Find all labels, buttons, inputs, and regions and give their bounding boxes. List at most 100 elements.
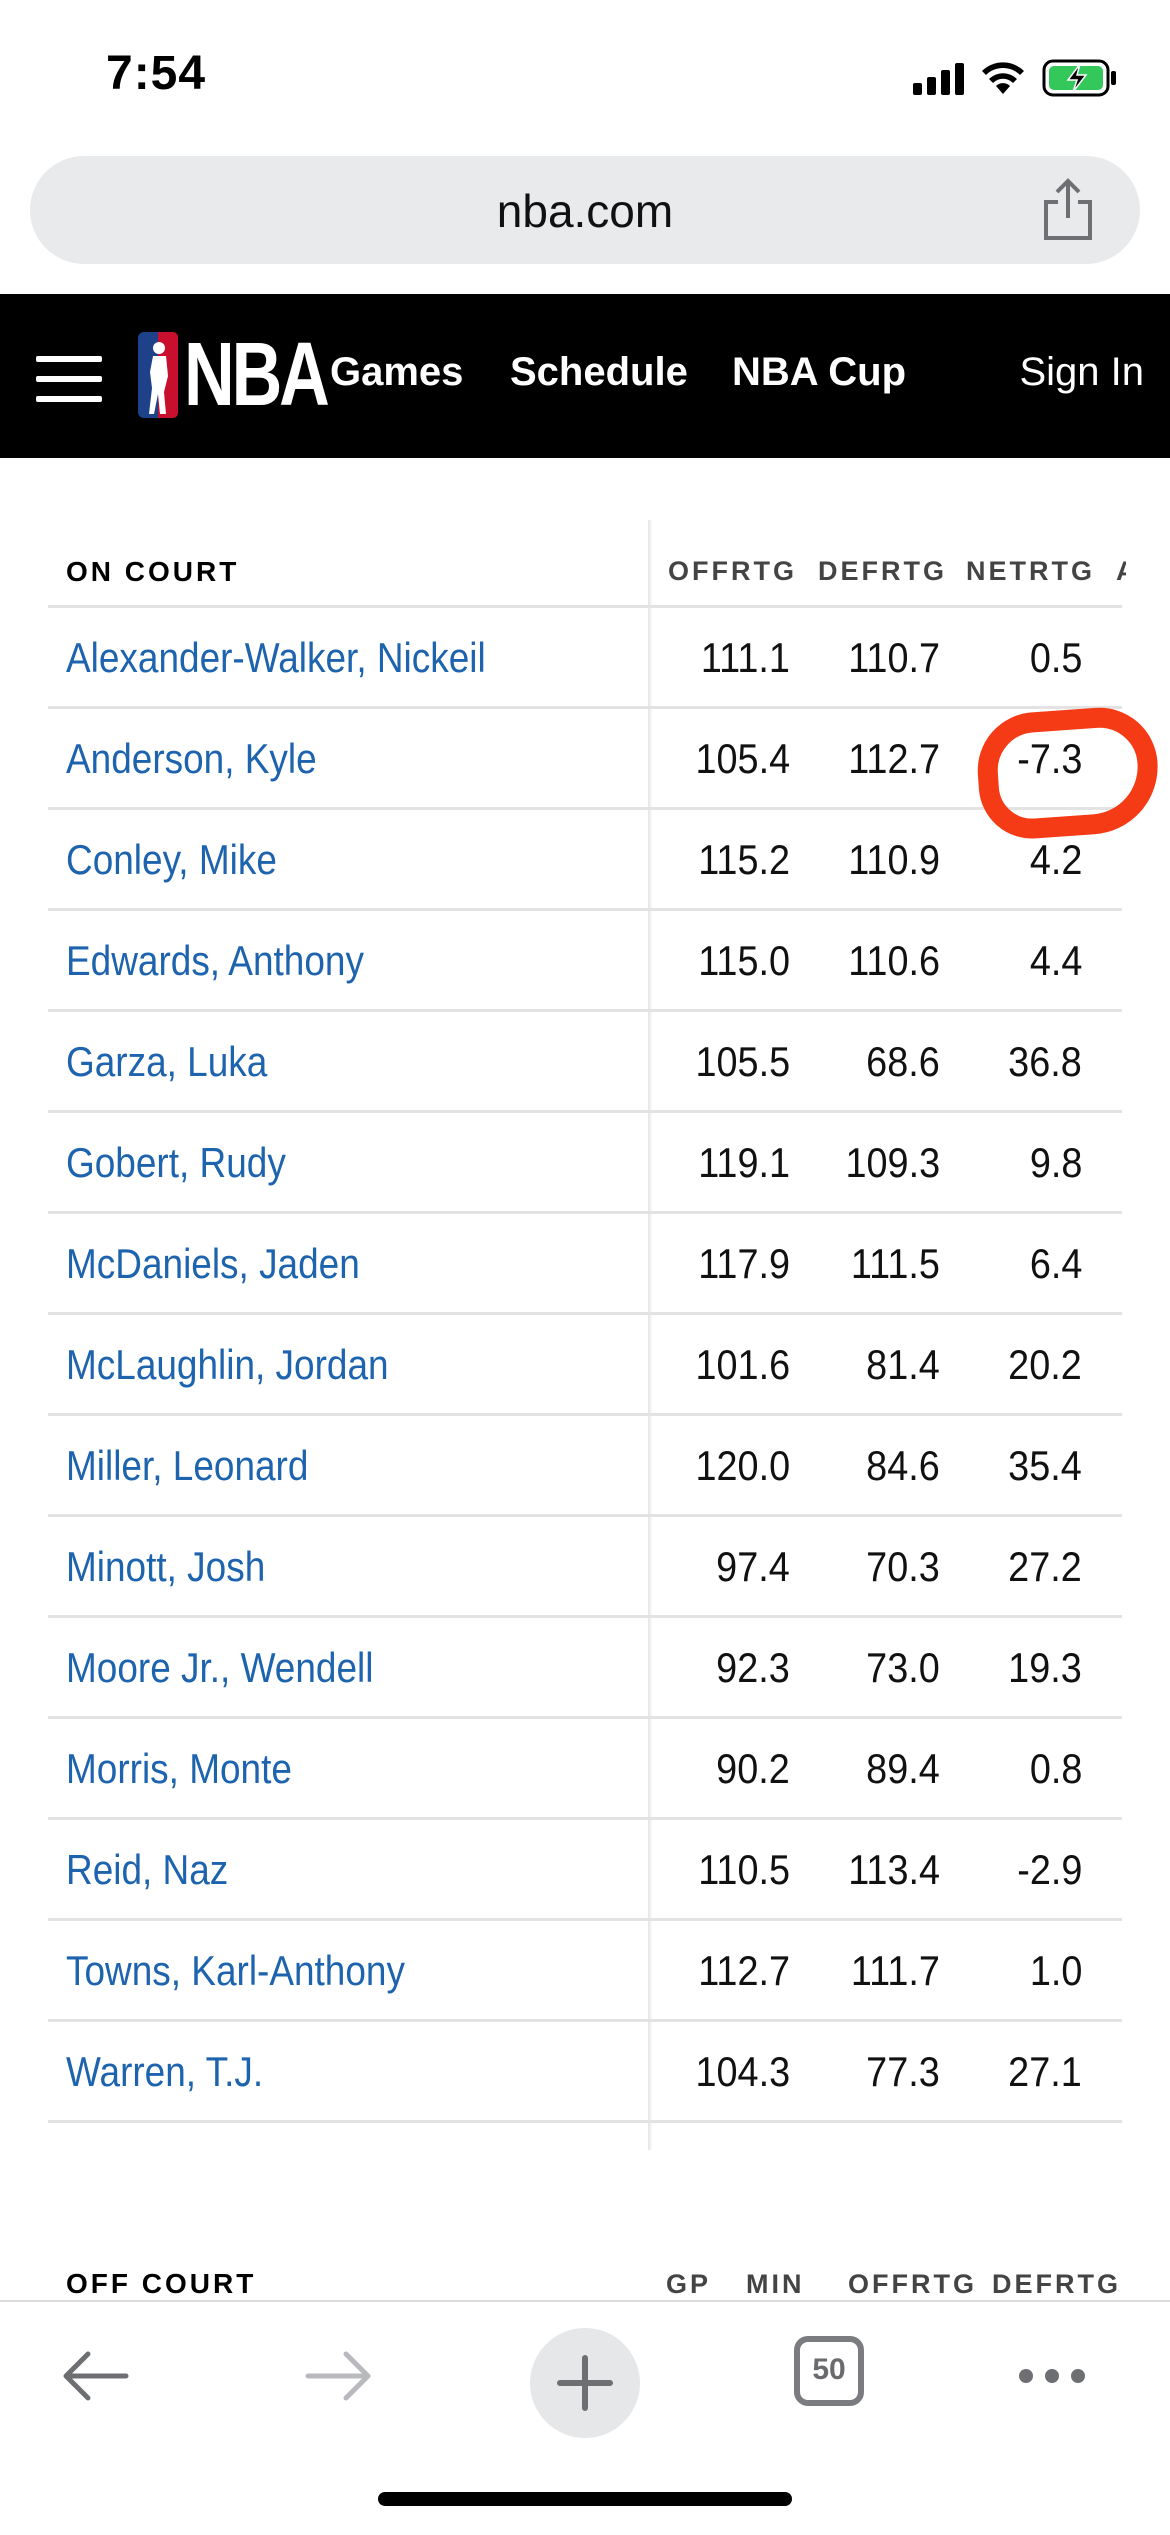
player-link[interactable]: Edwards, Anthony xyxy=(66,937,364,985)
battery-charging-icon xyxy=(1042,59,1116,97)
netrtg-value: 27.2 xyxy=(1008,1543,1082,1590)
tab-count-button[interactable]: 50 xyxy=(794,2336,864,2406)
defrtg-value: 110.7 xyxy=(848,634,940,681)
player-link[interactable]: Conley, Mike xyxy=(66,836,277,884)
table-row: McLaughlin, Jordan 101.6 81.4 20.2 xyxy=(48,1315,1122,1416)
nav-schedule[interactable]: Schedule xyxy=(510,350,688,395)
player-link[interactable]: Warren, T.J. xyxy=(66,2048,263,2096)
player-link[interactable]: Alexander-Walker, Nickeil xyxy=(66,634,486,682)
table-row: Towns, Karl-Anthony 112.7 111.7 1.0 xyxy=(48,1921,1122,2022)
col-truncated: A xyxy=(1116,556,1126,587)
netrtg-value: 6.4 xyxy=(1029,1240,1082,1287)
offrtg-value: 119.1 xyxy=(698,1139,790,1186)
player-link[interactable]: McDaniels, Jaden xyxy=(66,1240,360,1288)
netrtg-value: 0.8 xyxy=(1029,1745,1082,1792)
offrtg-value: 115.2 xyxy=(698,836,790,883)
netrtg-value: 20.2 xyxy=(1008,1341,1082,1388)
on-court-header: ON COURT OFFRTG DEFRTG NETRTG A xyxy=(48,458,1126,608)
table-row: Minott, Josh 97.4 70.3 27.2 xyxy=(48,1517,1122,1618)
table-row: Morris, Monte 90.2 89.4 0.8 xyxy=(48,1719,1122,1820)
sign-in-link[interactable]: Sign In xyxy=(1019,350,1144,395)
player-link[interactable]: McLaughlin, Jordan xyxy=(66,1341,389,1389)
table-row: McDaniels, Jaden 117.9 111.5 6.4 xyxy=(48,1214,1122,1315)
forward-arrow-icon[interactable] xyxy=(304,2346,374,2406)
defrtg-value: 73.0 xyxy=(866,1644,940,1691)
cellular-signal-icon xyxy=(913,61,964,95)
defrtg-value: 89.4 xyxy=(866,1745,940,1792)
new-tab-button[interactable] xyxy=(530,2328,640,2438)
col-defrtg-off[interactable]: DEFRTG xyxy=(992,2269,1121,2300)
nba-wordmark: NBA xyxy=(184,325,330,425)
offrtg-value: 110.5 xyxy=(698,1846,790,1893)
logoman-icon xyxy=(138,332,178,418)
offrtg-value: 101.6 xyxy=(695,1341,790,1388)
offrtg-value: 112.7 xyxy=(698,1947,790,1994)
netrtg-value: 9.8 xyxy=(1029,1139,1082,1186)
defrtg-value: 111.7 xyxy=(851,1947,940,1994)
status-icons xyxy=(913,56,1118,100)
plus-icon xyxy=(557,2355,613,2411)
nav-games[interactable]: Games xyxy=(330,350,463,395)
off-court-title: OFF COURT xyxy=(66,2268,257,2299)
defrtg-value: 110.6 xyxy=(848,937,940,984)
defrtg-value: 113.4 xyxy=(848,1846,940,1893)
player-link[interactable]: Moore Jr., Wendell xyxy=(66,1644,373,1692)
more-icon[interactable] xyxy=(1016,2364,1088,2388)
table-row: Edwards, Anthony 115.0 110.6 4.4 xyxy=(48,911,1122,1012)
player-link[interactable]: Towns, Karl-Anthony xyxy=(66,1947,405,1995)
col-offrtg[interactable]: OFFRTG xyxy=(668,556,797,587)
col-defrtg[interactable]: DEFRTG xyxy=(818,556,947,587)
player-link[interactable]: Garza, Luka xyxy=(66,1038,267,1086)
off-court-header: OFF COURT GP MIN OFFRTG DEFRTG xyxy=(48,2150,1122,2300)
defrtg-value: 77.3 xyxy=(866,2048,940,2095)
table-row: Miller, Leonard 120.0 84.6 35.4 xyxy=(48,1416,1122,1517)
offrtg-value: 111.1 xyxy=(701,634,790,681)
nav-nba-cup[interactable]: NBA Cup xyxy=(732,350,906,395)
table-row: Anderson, Kyle 105.4 112.7 -7.3 xyxy=(48,709,1122,810)
table-row: Reid, Naz 110.5 113.4 -2.9 xyxy=(48,1820,1122,1921)
status-bar: 7:54 xyxy=(0,0,1170,150)
netrtg-value: 36.8 xyxy=(1008,1038,1082,1085)
offrtg-value: 105.5 xyxy=(695,1038,790,1085)
col-gp[interactable]: GP xyxy=(666,2269,711,2300)
on-court-title: ON COURT xyxy=(66,556,240,587)
netrtg-value: 4.4 xyxy=(1029,937,1082,984)
netrtg-value: -2.9 xyxy=(1016,1846,1082,1893)
netrtg-value: 27.1 xyxy=(1008,2048,1082,2095)
defrtg-value: 109.3 xyxy=(845,1139,940,1186)
status-time: 7:54 xyxy=(106,47,207,100)
netrtg-value: 1.0 xyxy=(1029,1947,1082,1994)
netrtg-value: 35.4 xyxy=(1008,1442,1082,1489)
offrtg-value: 90.2 xyxy=(716,1745,790,1792)
url-text[interactable]: nba.com xyxy=(30,184,1140,238)
defrtg-value: 111.5 xyxy=(851,1240,940,1287)
col-offrtg-off[interactable]: OFFRTG xyxy=(848,2269,977,2300)
player-link[interactable]: Anderson, Kyle xyxy=(66,735,317,783)
player-link[interactable]: Gobert, Rudy xyxy=(66,1139,286,1187)
defrtg-value: 110.9 xyxy=(848,836,940,883)
netrtg-value: 19.3 xyxy=(1008,1644,1082,1691)
back-arrow-icon[interactable] xyxy=(60,2346,130,2406)
netrtg-value: 0.5 xyxy=(1029,634,1082,681)
share-icon[interactable] xyxy=(1038,178,1098,242)
table-row: Alexander-Walker, Nickeil 111.1 110.7 0.5 xyxy=(48,608,1122,709)
player-link[interactable]: Reid, Naz xyxy=(66,1846,228,1894)
offrtg-value: 120.0 xyxy=(695,1442,790,1489)
col-netrtg[interactable]: NETRTG xyxy=(966,556,1095,587)
player-link[interactable]: Miller, Leonard xyxy=(66,1442,308,1490)
address-bar[interactable]: nba.com xyxy=(30,156,1140,264)
player-link[interactable]: Morris, Monte xyxy=(66,1745,292,1793)
menu-icon[interactable] xyxy=(36,356,102,404)
site-header: NBA Games Schedule NBA Cup Sign In xyxy=(0,294,1170,458)
table-row: Conley, Mike 115.2 110.9 4.2 xyxy=(48,810,1122,911)
table-row: Moore Jr., Wendell 92.3 73.0 19.3 xyxy=(48,1618,1122,1719)
offrtg-value: 97.4 xyxy=(716,1543,790,1590)
offrtg-value: 117.9 xyxy=(698,1240,790,1287)
offrtg-value: 104.3 xyxy=(695,2048,790,2095)
netrtg-value: 4.2 xyxy=(1029,836,1082,883)
home-indicator xyxy=(378,2492,792,2506)
player-link[interactable]: Minott, Josh xyxy=(66,1543,265,1591)
offrtg-value: 92.3 xyxy=(716,1644,790,1691)
col-min[interactable]: MIN xyxy=(746,2269,805,2300)
defrtg-value: 81.4 xyxy=(866,1341,940,1388)
